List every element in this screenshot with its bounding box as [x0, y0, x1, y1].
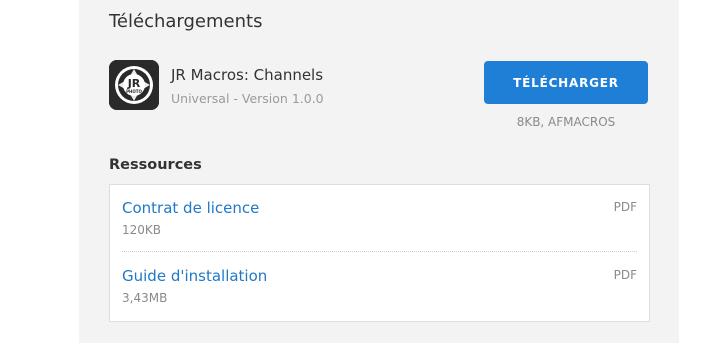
app-icon-text-bottom: PHOTO [126, 89, 142, 94]
file-size: 120KB [122, 223, 162, 237]
file-type: PDF [613, 268, 637, 282]
app-icon: JR PHOTO [109, 60, 159, 110]
file-size: 3,43MB [122, 291, 168, 305]
download-button[interactable]: TÉLÉCHARGER [484, 61, 648, 104]
app-version: Universal - Version 1.0.0 [171, 91, 324, 106]
download-size: 8KB, AFMACROS [516, 115, 616, 129]
list-item: Guide d'installation 3,43MB PDF [122, 253, 637, 319]
resources-title: Ressources [109, 157, 202, 173]
aperture-logo-icon: JR PHOTO [109, 60, 159, 110]
file-type: PDF [613, 200, 637, 214]
resources-list: Contrat de licence 120KB PDF Guide d'ins… [109, 184, 650, 322]
section-title: Téléchargements [109, 11, 263, 32]
install-guide-link[interactable]: Guide d'installation [122, 267, 267, 285]
license-link[interactable]: Contrat de licence [122, 199, 259, 217]
list-item: Contrat de licence 120KB PDF [122, 185, 637, 252]
app-name: JR Macros: Channels [171, 66, 324, 84]
